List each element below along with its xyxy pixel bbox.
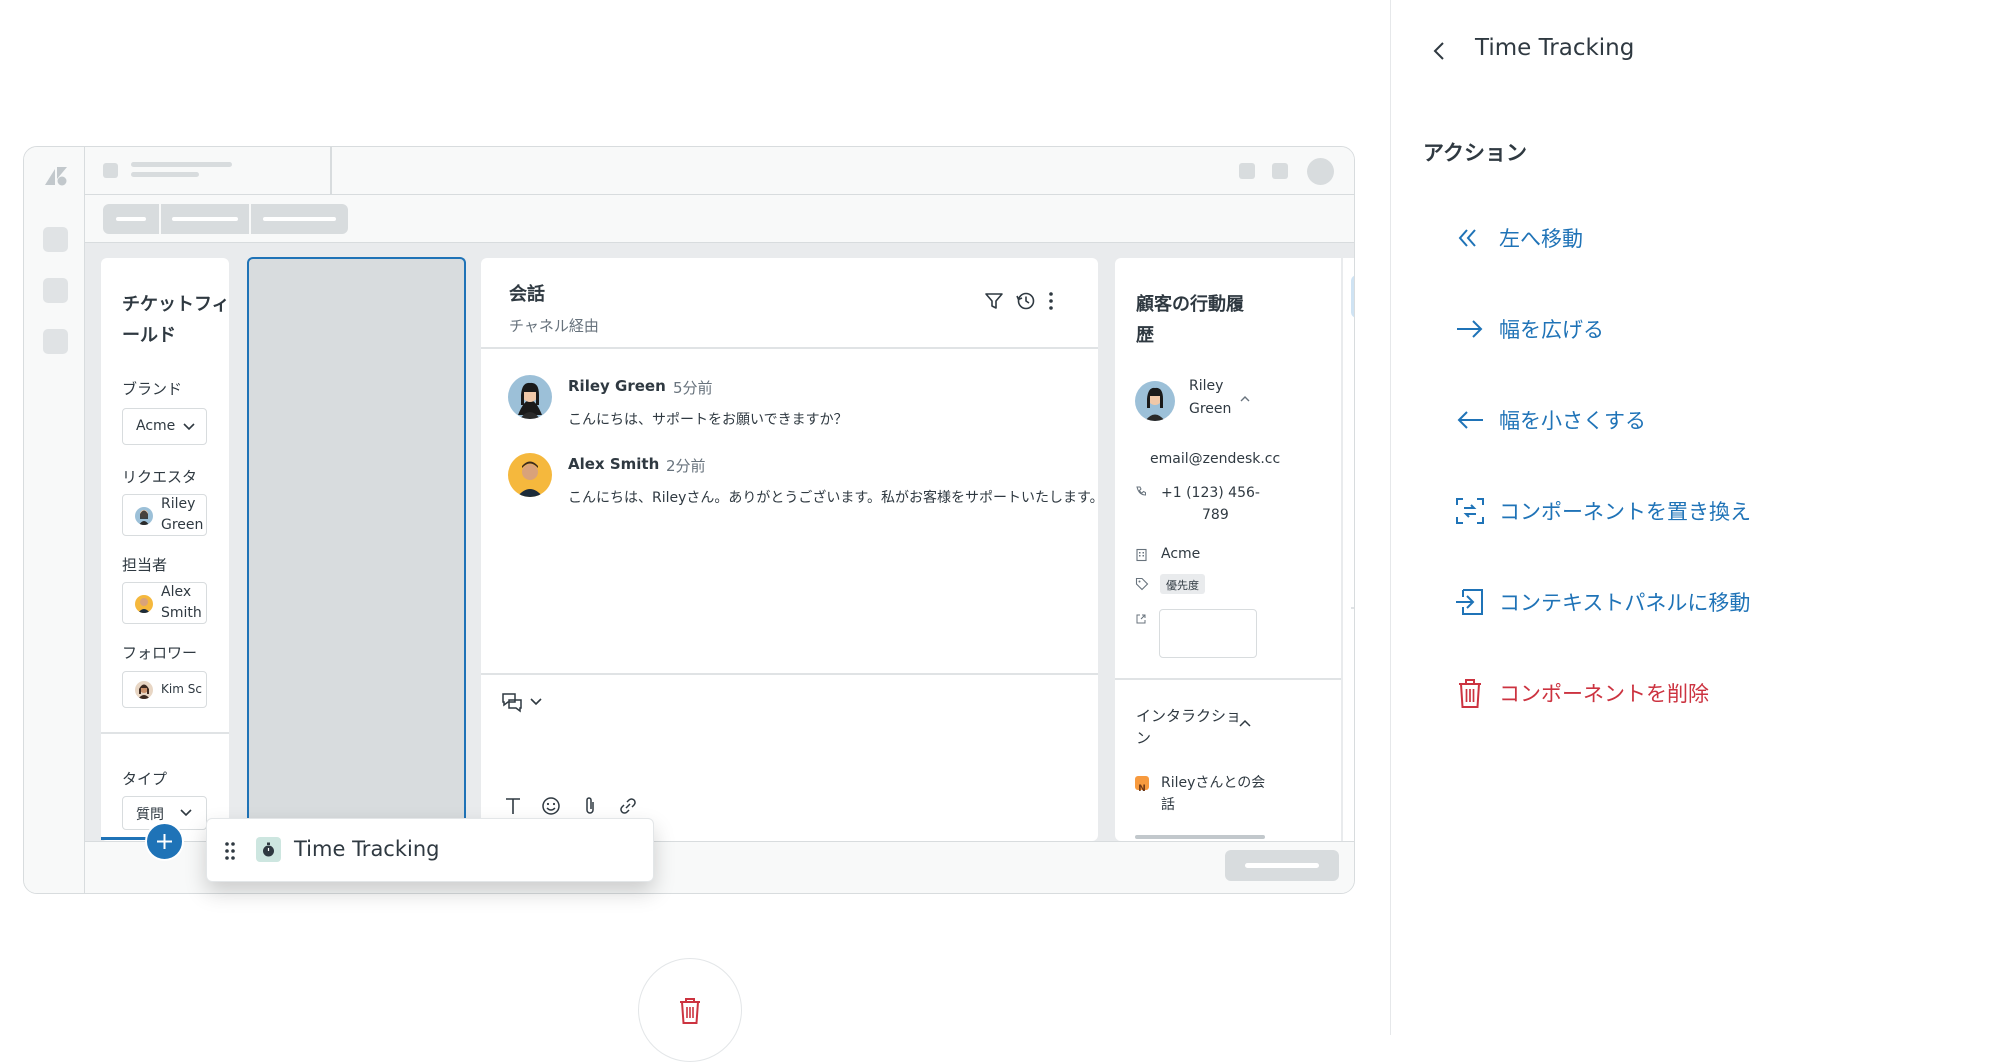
replace-icon: [1453, 494, 1487, 528]
move-left-button[interactable]: 左へ移動: [1453, 213, 1583, 263]
building-icon: [1135, 548, 1148, 562]
brand-label: ブランド: [122, 380, 183, 398]
layout-preview: チケットフィ ールド ブランド Acme リクエスタ Riley Green 担…: [23, 146, 1355, 894]
chevron-left-icon: [1433, 42, 1444, 60]
ticket-fields-card: チケットフィ ールド ブランド Acme リクエスタ Riley Green 担…: [101, 258, 229, 841]
workspace: チケットフィ ールド ブランド Acme リクエスタ Riley Green 担…: [85, 243, 1354, 841]
interaction-item: Rileyさんとの会: [1161, 775, 1266, 791]
tag-badge: 優先度: [1160, 574, 1205, 594]
conversations-icon[interactable]: [1351, 491, 1354, 534]
nav-placeholder: [43, 227, 68, 252]
ticket-fields-title: チケットフィ: [122, 294, 229, 315]
message-text: こんにちは、Rileyさん。ありがとうございます。私がお客様をサポートいたします…: [568, 490, 1098, 506]
phone-icon: [1135, 485, 1147, 497]
customer-email: email@zendesk.cc: [1150, 451, 1281, 467]
add-icon[interactable]: [1351, 623, 1354, 666]
chevron-down-icon: [182, 421, 196, 433]
section-heading: アクション: [1423, 141, 1527, 165]
conversation-card: 会話 チャネル経由 Riley Green 5分前 こんにちは、サポートをお願い…: [481, 258, 1098, 841]
stopwatch-icon: [256, 837, 281, 862]
emoji-icon[interactable]: [540, 795, 562, 817]
nav-placeholder: [43, 278, 68, 303]
interaction-badge: N: [1135, 776, 1149, 794]
customer-name: Riley: [1189, 378, 1224, 394]
nav-placeholder: [43, 329, 68, 354]
avatar: [135, 595, 153, 613]
component-placeholder[interactable]: [247, 257, 466, 841]
type-label: タイプ: [122, 770, 168, 788]
chevron-up-icon[interactable]: [1238, 718, 1252, 728]
attachment-icon[interactable]: [579, 795, 601, 817]
trash-icon: [677, 996, 703, 1026]
avatar: [508, 375, 552, 419]
user-profile-icon[interactable]: [1351, 275, 1354, 318]
trash-icon: [1453, 676, 1487, 710]
component-actions-panel: Time Tracking アクション 左へ移動 幅を広げる 幅を小さくする コ…: [1390, 0, 2000, 1035]
knowledge-search-icon[interactable]: [1351, 329, 1354, 372]
arrow-right-icon: [1453, 312, 1487, 346]
brand-select[interactable]: Acme: [122, 408, 207, 445]
customer-phone: +1 (123) 456-: [1161, 485, 1260, 501]
nav-rail: [24, 147, 85, 893]
avatar: [1135, 381, 1175, 421]
filter-icon[interactable]: [983, 290, 1005, 312]
delete-drop-zone[interactable]: [638, 958, 742, 1062]
tab-bar: [85, 195, 1354, 243]
text-format-icon[interactable]: [502, 795, 524, 817]
interactions-title: インタラクショ: [1136, 707, 1242, 725]
tag-icon: [1135, 577, 1149, 591]
plus-icon: [157, 834, 172, 849]
widen-button[interactable]: 幅を広げる: [1453, 304, 1604, 354]
external-link-icon: [1135, 613, 1147, 625]
book-icon[interactable]: [1351, 383, 1354, 426]
time-tracking-drag-chip[interactable]: Time Tracking: [206, 818, 654, 882]
requester-label: リクエスタ: [122, 468, 198, 486]
drag-handle-icon[interactable]: [223, 841, 237, 861]
customer-title: 顧客の行動履: [1136, 294, 1244, 315]
move-to-context-panel-button[interactable]: コンテキストパネルに移動: [1453, 577, 1750, 627]
chevron-down-icon: [179, 807, 193, 819]
more-options-icon[interactable]: [1047, 290, 1055, 312]
message-text: こんにちは、サポートをお願いできますか？: [568, 412, 848, 428]
chevron-up-icon[interactable]: [1239, 394, 1251, 404]
back-button[interactable]: [1423, 34, 1457, 68]
add-component-button[interactable]: [145, 822, 184, 861]
message-author: Riley Green: [568, 377, 666, 395]
message-time: 2分前: [666, 457, 706, 475]
assignee-label: 担当者: [122, 556, 168, 574]
message-author: Alex Smith: [568, 455, 660, 473]
channel-switch-icon[interactable]: [500, 690, 544, 714]
notes-field[interactable]: [1159, 609, 1257, 658]
apps-grid-icon[interactable]: [1351, 545, 1354, 588]
history-icon[interactable]: [1015, 290, 1037, 312]
avatar: [1307, 158, 1334, 185]
followers-label: フォロワー: [122, 644, 198, 662]
arrow-left-icon: [1453, 403, 1487, 437]
customer-org: Acme: [1161, 546, 1201, 562]
avatar: [508, 453, 552, 497]
chip-label: Time Tracking: [294, 837, 440, 861]
link-icon[interactable]: [617, 795, 639, 817]
assignee-field[interactable]: Alex Smith: [122, 582, 207, 624]
message-time: 5分前: [673, 379, 713, 397]
context-panel-icons: [1343, 258, 1354, 841]
top-bar: [85, 147, 1354, 195]
replace-component-button[interactable]: コンポーネントを置き換え: [1453, 486, 1751, 536]
avatar: [135, 507, 153, 525]
requester-field[interactable]: Riley Green: [122, 494, 207, 536]
narrow-button[interactable]: 幅を小さくする: [1453, 395, 1646, 445]
move-to-panel-icon: [1453, 585, 1487, 619]
panel-title: Time Tracking: [1475, 35, 1635, 61]
double-chevron-left-icon: [1453, 221, 1487, 255]
avatar: [135, 681, 153, 699]
followers-field[interactable]: Kim Sc: [122, 671, 207, 708]
delete-component-button[interactable]: コンポーネントを削除: [1453, 668, 1709, 718]
customer-context-card: 顧客の行動履 歴 Riley Green email@zendesk.cc +1…: [1115, 258, 1341, 841]
conversation-subtitle: チャネル経由: [509, 317, 599, 335]
logo-icon: [43, 165, 69, 187]
magic-wand-icon[interactable]: [1351, 437, 1354, 480]
conversation-title: 会話: [509, 284, 545, 305]
